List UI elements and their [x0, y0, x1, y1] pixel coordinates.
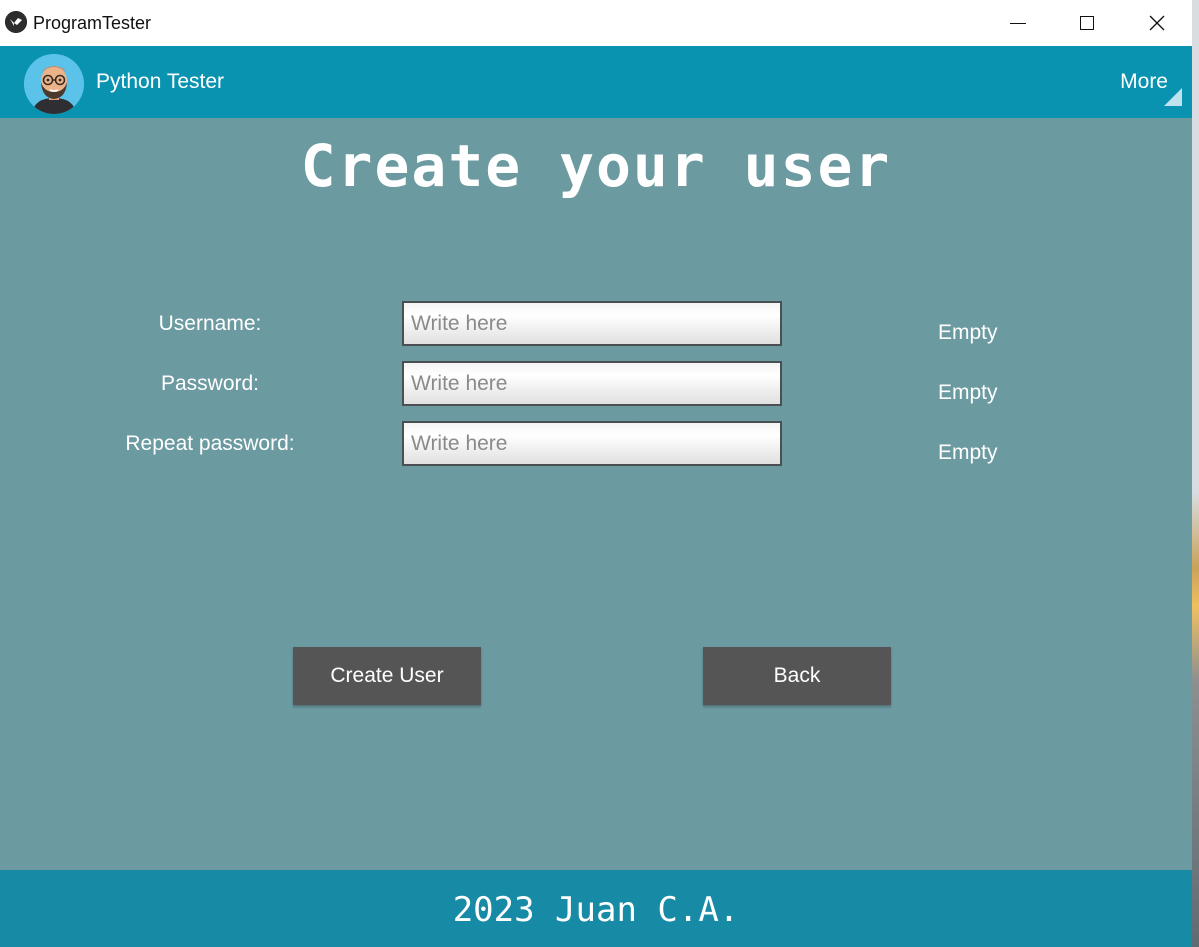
window-title: ProgramTester — [33, 13, 152, 33]
password-label: Password: — [160, 372, 260, 395]
desktop-background — [1192, 0, 1199, 947]
kivy-logo-icon — [5, 11, 27, 33]
minimize-button[interactable] — [983, 0, 1053, 46]
app-bar: Python Tester More — [0, 46, 1192, 118]
username-input[interactable] — [402, 301, 782, 346]
main-content: Create your user Username: Empty Passwor… — [0, 118, 1192, 870]
page-title: Create your user — [300, 132, 892, 200]
password-status: Empty — [938, 381, 998, 404]
close-button[interactable] — [1122, 0, 1192, 46]
password-input[interactable] — [402, 361, 782, 406]
app-window: ProgramTester Python Tester More Create … — [0, 0, 1192, 947]
username-status: Empty — [938, 321, 998, 344]
username-label: Username: — [158, 312, 262, 335]
close-icon — [1149, 15, 1165, 31]
create-user-button[interactable]: Create User — [293, 647, 481, 705]
footer: 2023 Juan C.A. — [0, 870, 1192, 947]
repeat-password-label: Repeat password: — [125, 432, 295, 455]
user-avatar[interactable] — [24, 54, 84, 114]
footer-credit: 2023 Juan C.A. — [452, 890, 740, 930]
more-label: More — [1120, 70, 1168, 93]
maximize-icon — [1080, 16, 1094, 30]
back-button[interactable]: Back — [703, 647, 891, 705]
dropdown-corner-icon — [1164, 88, 1182, 106]
minimize-icon — [1010, 22, 1026, 24]
repeat-password-input[interactable] — [402, 421, 782, 466]
repeat-password-status: Empty — [938, 441, 998, 464]
more-button[interactable]: More — [1100, 60, 1186, 106]
title-bar[interactable]: ProgramTester — [0, 0, 1192, 46]
appbar-title: Python Tester — [96, 70, 225, 93]
maximize-button[interactable] — [1052, 0, 1122, 46]
